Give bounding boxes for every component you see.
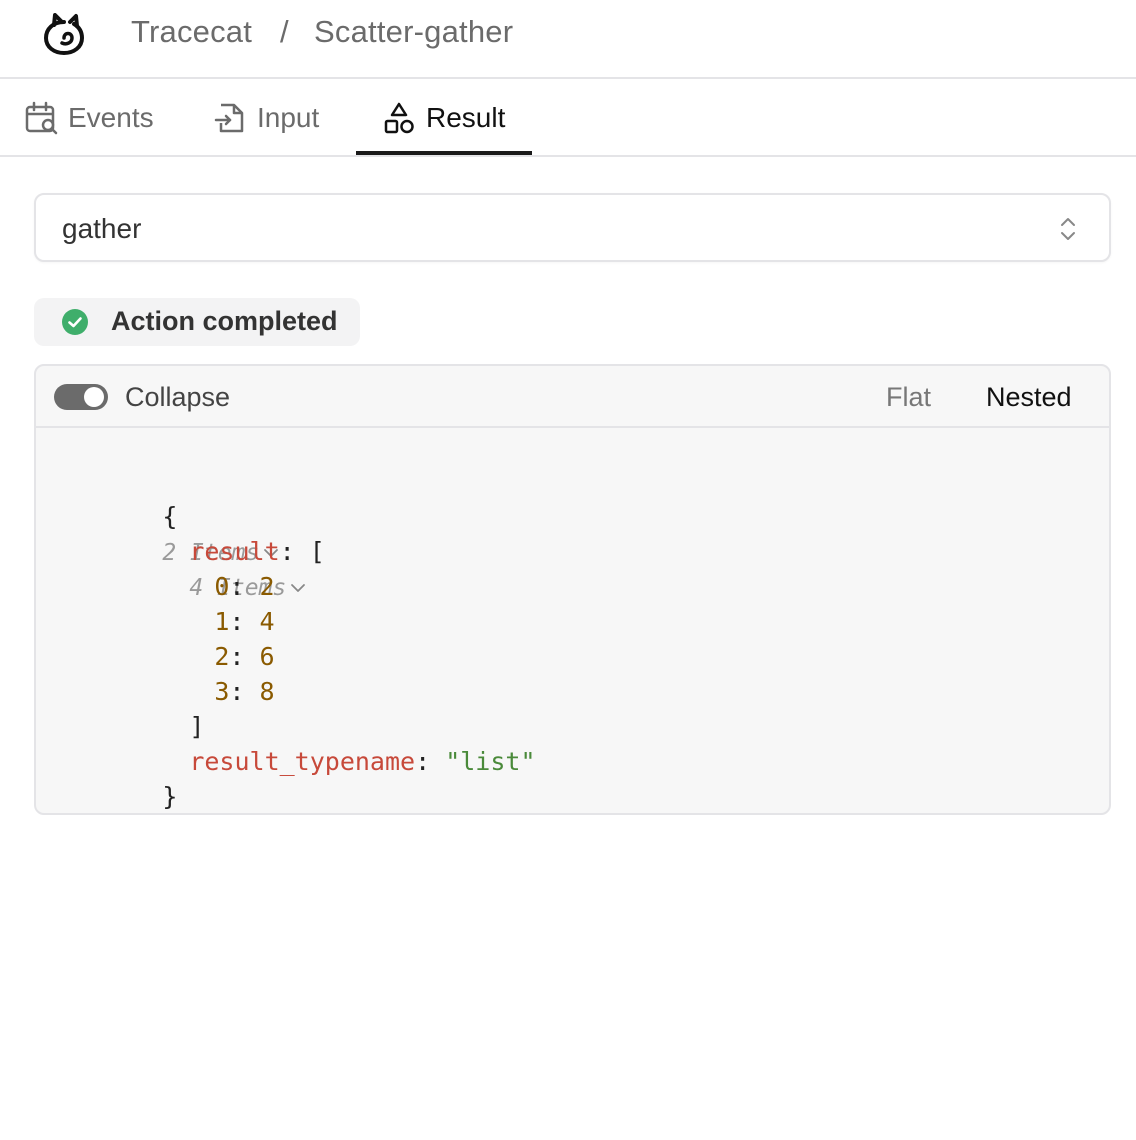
json-typename-line: result_typename: "list" [189, 747, 536, 776]
tab-bar: Events Input Result [0, 80, 1136, 157]
json-typename-value: "list" [445, 747, 536, 776]
json-array-item: 1: 4 [214, 607, 275, 636]
json-result-close-line: ] [99, 674, 204, 741]
json-result-line[interactable]: result: [ 4 Items [99, 499, 324, 601]
page-title: Scatter-gather [314, 14, 514, 49]
json-array-item: 0: 2 [214, 572, 275, 601]
json-array-item: 3: 8 [214, 677, 275, 706]
chevrons-up-down-icon [1061, 218, 1075, 240]
json-item-value: 8 [259, 677, 275, 706]
app-header: Tracecat / Scatter-gather [0, 0, 1136, 79]
check-circle-icon [62, 309, 88, 335]
calendar-search-icon [25, 101, 58, 134]
tab-input[interactable]: Input [213, 80, 319, 155]
action-select[interactable]: gather [34, 193, 1111, 262]
json-typename-key: result_typename [189, 747, 416, 776]
json-item-index: 3 [214, 677, 230, 706]
action-select-value: gather [62, 213, 142, 244]
json-root-close-line: } [72, 744, 177, 811]
file-input-icon [214, 103, 244, 132]
active-tab-indicator [356, 151, 532, 155]
collapse-toggle-knob [84, 387, 104, 407]
json-root-close: } [162, 782, 178, 811]
view-nested-button[interactable]: Nested [986, 382, 1072, 413]
tab-events[interactable]: Events [24, 80, 154, 155]
breadcrumb-app[interactable]: Tracecat [131, 14, 252, 50]
tab-result[interactable]: Result [382, 80, 505, 155]
shapes-icon [384, 102, 414, 133]
status-label: Action completed [111, 306, 338, 336]
json-root-line[interactable]: { 2 Items [72, 464, 280, 566]
json-result-open: [ [309, 537, 325, 566]
chevron-down-icon[interactable] [289, 582, 307, 594]
tab-result-label: Result [426, 101, 506, 133]
status-badge: Action completed [34, 298, 360, 346]
json-viewer: Collapse Flat Nested { 2 Items result: [… [34, 364, 1111, 815]
view-flat-button[interactable]: Flat [886, 382, 931, 413]
tab-input-label: Input [257, 101, 320, 133]
collapse-label: Collapse [125, 382, 231, 412]
json-viewer-toolbar: Collapse Flat Nested [36, 366, 1109, 428]
tab-events-label: Events [68, 101, 154, 133]
tracecat-logo-icon[interactable] [40, 12, 88, 58]
breadcrumb-separator: / [280, 14, 289, 49]
json-array-item: 2: 6 [214, 642, 275, 671]
collapse-toggle[interactable] [54, 384, 108, 410]
